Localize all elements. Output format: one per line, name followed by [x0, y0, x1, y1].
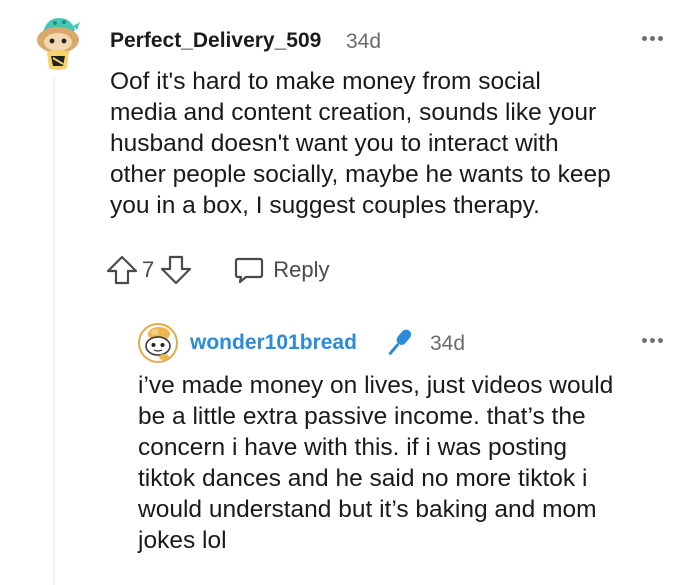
reply-username[interactable]: wonder101bread: [190, 331, 357, 355]
comment-actions: 7 Reply: [106, 254, 330, 286]
comment-body: Oof it's hard to make money from social …: [110, 68, 611, 219]
more-options-icon: [642, 36, 647, 41]
reply-avatar[interactable]: [138, 323, 178, 363]
user-flair: [382, 326, 416, 360]
microphone-icon: [388, 329, 412, 355]
reply-timestamp: 34d: [430, 332, 466, 355]
reply-button[interactable]: Reply: [234, 256, 330, 284]
reply-more-options-button[interactable]: [642, 338, 663, 343]
commenter-username[interactable]: Perfect_Delivery_509: [110, 29, 321, 53]
speech-bubble-icon: [235, 257, 264, 284]
downvote-icon[interactable]: [160, 255, 192, 285]
reply-body: i’ve made money on lives, just videos wo…: [138, 372, 614, 554]
more-options-icon: [642, 338, 647, 343]
reply-label: Reply: [273, 257, 330, 282]
snoo-avatar-icon: [37, 18, 80, 70]
more-options-button[interactable]: [642, 36, 663, 41]
commenter-avatar[interactable]: [33, 12, 81, 74]
comment-timestamp: 34d: [346, 30, 382, 53]
upvote-icon[interactable]: [106, 255, 138, 285]
vote-count: 7: [142, 257, 155, 282]
snoo-avatar-icon: [138, 323, 178, 363]
thread-line-main[interactable]: [53, 78, 55, 585]
